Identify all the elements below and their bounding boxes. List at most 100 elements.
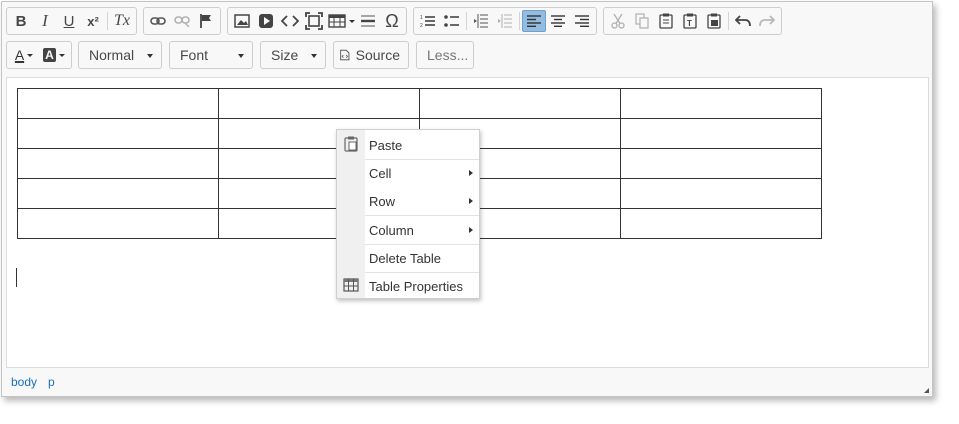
submenu-arrow-icon [469,170,473,176]
table-cell[interactable] [620,118,822,149]
background-color-dropdown-arrow [58,53,65,57]
path-item-p[interactable]: p [48,375,55,389]
menu-item-paste[interactable]: Paste [337,131,479,159]
background-color-icon: A [43,48,56,62]
align-center-icon[interactable] [546,10,570,32]
table-cell[interactable] [17,88,219,119]
remove-format-button[interactable]: Tx [110,10,134,32]
text-color-icon: A [14,47,25,63]
size-dropdown-value: Size [271,47,299,63]
increase-indent-icon[interactable] [493,10,517,32]
paragraph-group: 12 [413,7,597,35]
menu-item-column[interactable]: Column [337,216,479,244]
special-char-omega-icon[interactable]: Ω [380,10,404,32]
table-cell[interactable] [218,88,420,119]
table-cell[interactable] [17,178,219,209]
source-button[interactable]: Source [333,41,409,69]
table-dropdown-arrow [348,19,355,23]
table-icon[interactable] [326,10,356,32]
cut-icon[interactable] [606,10,630,32]
insert-group: Ω [227,7,407,35]
links-group [143,7,221,35]
text-color-button[interactable]: A [9,44,39,66]
table-cell[interactable] [620,178,822,209]
menu-item-label: Table Properties [369,278,463,294]
menu-item-delete-table[interactable]: Delete Table [337,244,479,272]
less-button[interactable]: Less... [416,41,474,69]
path-item-body[interactable]: body [11,375,37,389]
font-dropdown[interactable]: Font [169,41,253,69]
align-left-icon[interactable] [522,10,546,32]
menu-item-row[interactable]: Row [337,187,479,215]
submenu-arrow-icon [469,198,473,204]
color-group: A A [6,41,72,69]
media-play-icon[interactable] [254,10,278,32]
table-cell[interactable] [620,88,822,119]
table-cell[interactable] [620,208,822,239]
toolbar-separator [519,12,520,30]
bulleted-list-icon[interactable] [440,10,464,32]
menu-item-label: Cell [369,165,392,181]
menu-item-label: Delete Table [369,250,442,266]
paste-icon [344,136,358,152]
toolbar-separator [107,12,108,30]
paste-icon[interactable] [654,10,678,32]
menu-item-cell[interactable]: Cell [337,159,479,187]
format-dropdown-value: Normal [89,47,135,63]
toolbar-row-1: B I U x² Tx Ω 1 2 T [6,7,788,37]
link-icon[interactable] [146,10,170,32]
background-color-button[interactable]: A [39,44,69,66]
text-color-dropdown-arrow [27,53,34,57]
svg-text:1: 1 [420,15,423,21]
element-path-bar: body p [6,371,61,393]
less-button-label: Less... [427,47,469,63]
iframe-icon[interactable] [302,10,326,32]
table-cell[interactable] [17,148,219,179]
table-cell[interactable] [419,88,621,119]
redo-icon[interactable] [755,10,779,32]
numbered-list-icon[interactable]: 12 [416,10,440,32]
menu-item-label: Paste [369,137,403,153]
toolbar-separator [728,12,729,30]
menu-item-label: Column [369,222,414,238]
copy-icon[interactable] [630,10,654,32]
table-row [17,88,822,119]
italic-button[interactable]: I [33,10,57,32]
align-right-icon[interactable] [570,10,594,32]
code-snippet-icon[interactable] [278,10,302,32]
undo-icon[interactable] [731,10,755,32]
unlink-icon[interactable] [170,10,194,32]
svg-text:2: 2 [420,23,423,28]
bold-button[interactable]: B [9,10,33,32]
clipboard-group: T [603,7,782,35]
size-dropdown[interactable]: Size [260,41,326,69]
table-cell[interactable] [620,148,822,179]
table-properties-icon [343,278,359,292]
svg-text:T: T [687,19,692,28]
menu-item-table-properties[interactable]: Table Properties [337,272,479,300]
chevron-down-icon [147,54,153,58]
toolbar-separator [466,12,467,30]
anchor-flag-icon[interactable] [194,10,218,32]
submenu-arrow-icon [469,227,473,233]
horizontal-rule-icon[interactable] [356,10,380,32]
source-button-label: Source [355,47,400,63]
source-icon [340,49,350,61]
paste-text-icon[interactable]: T [678,10,702,32]
table-cell[interactable] [17,118,219,149]
underline-button[interactable]: U [57,10,81,32]
chevron-down-icon [238,54,244,58]
menu-item-label: Row [369,193,396,209]
superscript-button[interactable]: x² [81,10,105,32]
format-dropdown[interactable]: Normal [78,41,162,69]
text-caret [16,268,17,287]
chevron-down-icon [311,54,317,58]
toolbar-row-2: A A Normal Font Size Source Less... [6,41,481,71]
image-icon[interactable] [230,10,254,32]
paste-from-word-icon[interactable] [702,10,726,32]
resize-handle-icon[interactable] [924,388,929,393]
table-cell[interactable] [17,208,219,239]
decrease-indent-icon[interactable] [469,10,493,32]
table-context-menu: Paste Cell Row Column Delete Table Table… [336,129,480,299]
font-dropdown-value: Font [180,47,209,63]
